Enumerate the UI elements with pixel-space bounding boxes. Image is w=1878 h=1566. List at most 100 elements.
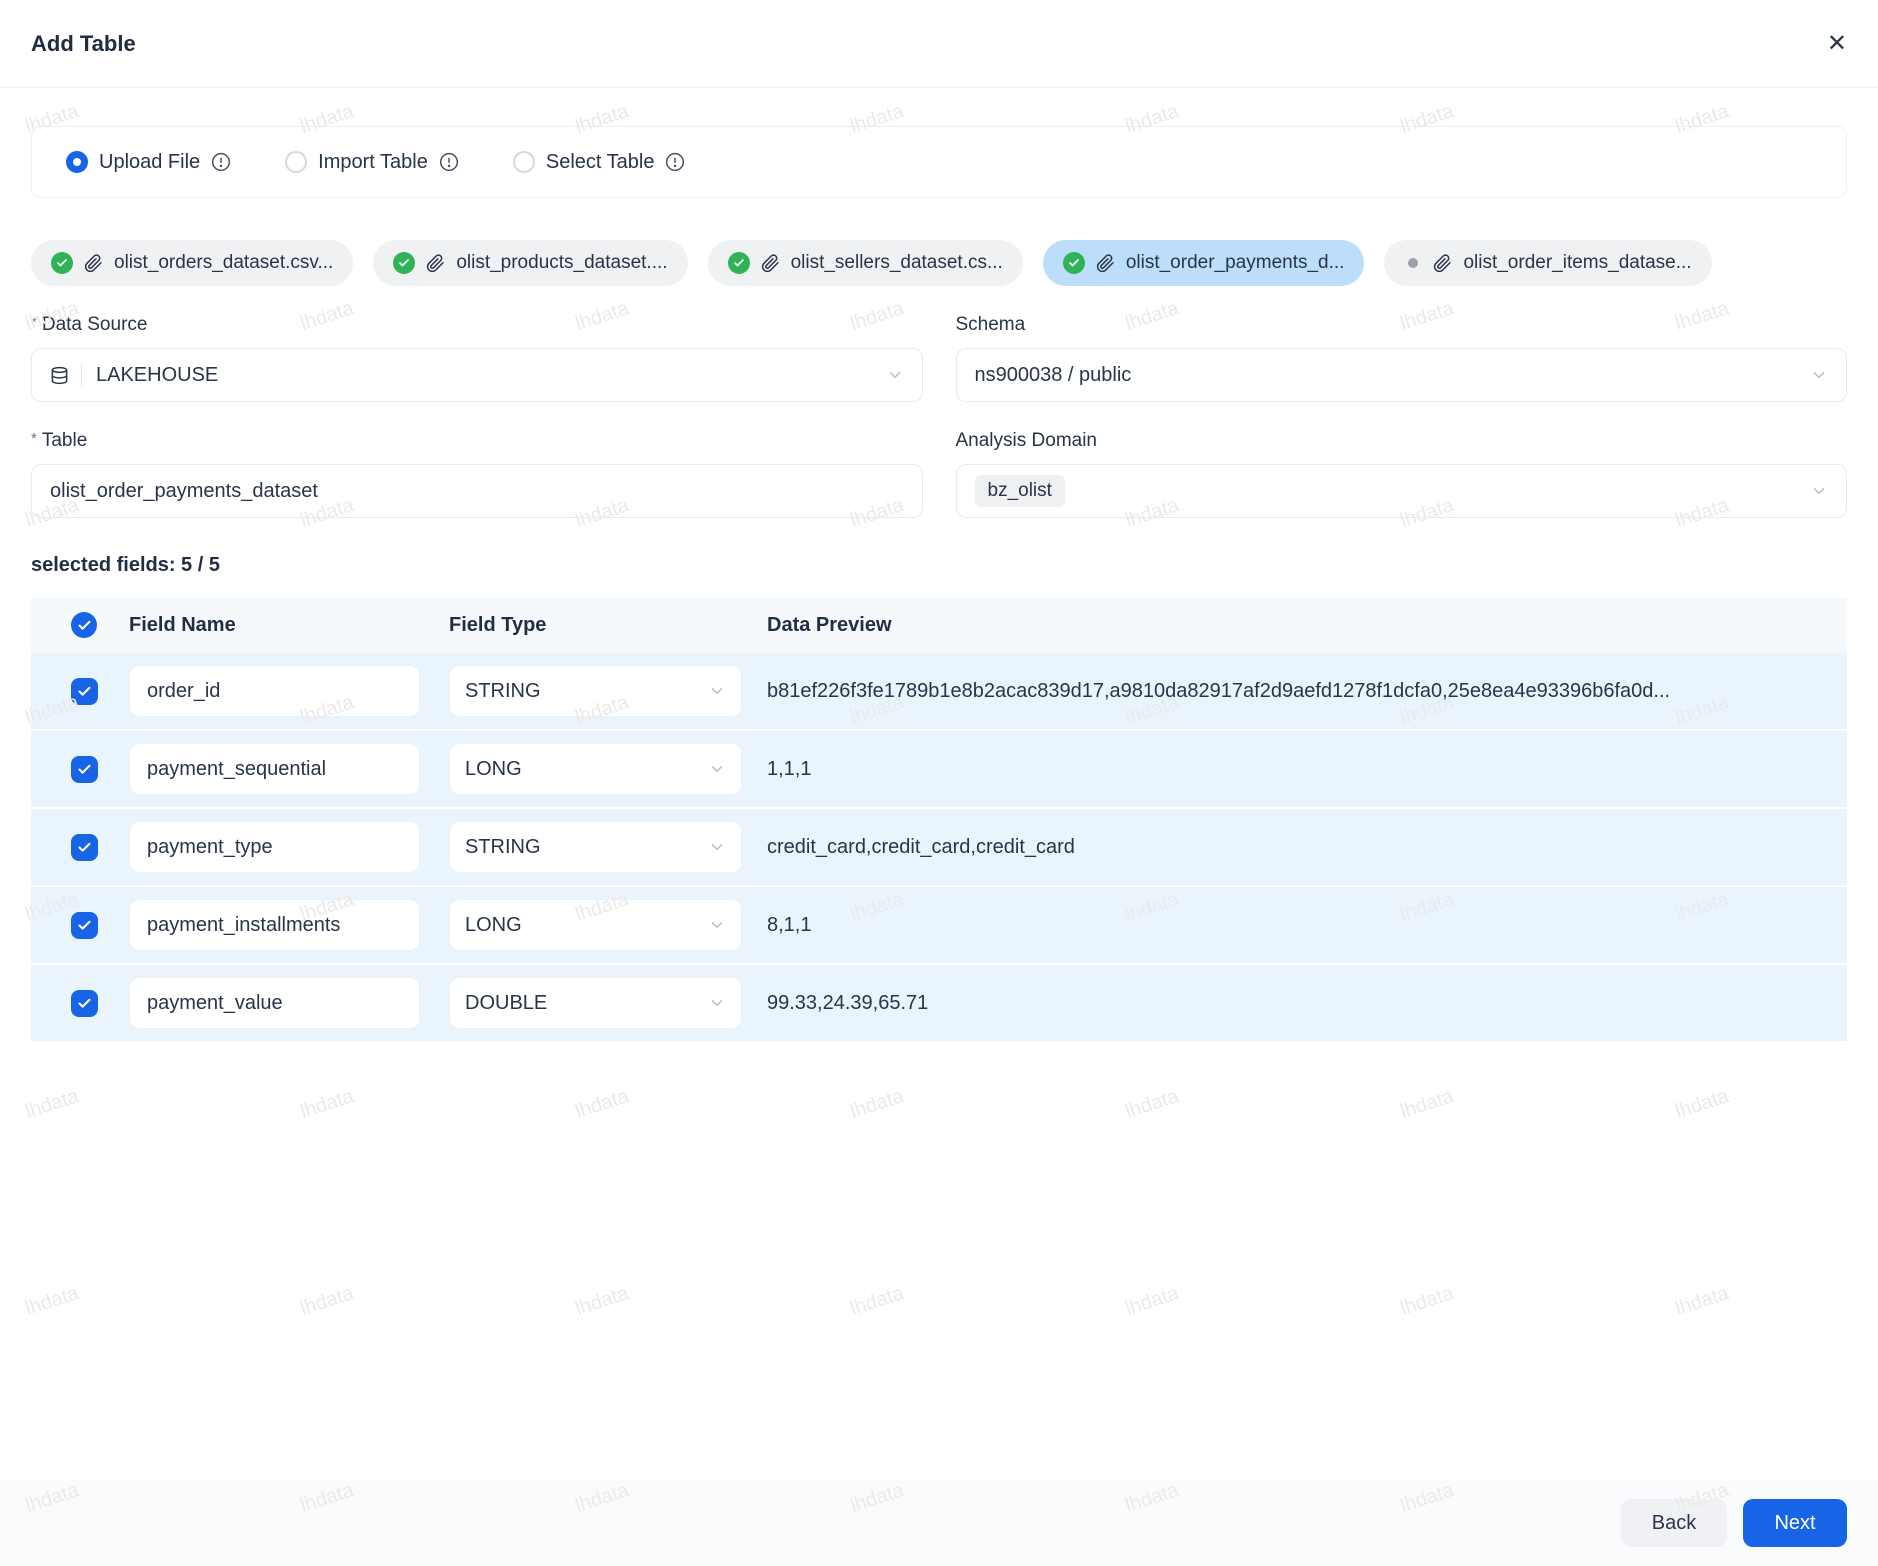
divider xyxy=(81,363,82,387)
schema-label: Schema xyxy=(956,314,1848,336)
check-icon xyxy=(77,762,92,777)
paperclip-icon xyxy=(426,254,445,273)
pending-dot-icon xyxy=(1408,258,1418,268)
watermark-text: lhdata xyxy=(1673,1282,1732,1321)
table-label: *Table xyxy=(31,430,923,452)
check-icon xyxy=(77,684,92,699)
radio-label: Import Table xyxy=(318,151,428,174)
radio-select-table[interactable]: Select Table xyxy=(513,151,686,174)
row-checkbox[interactable] xyxy=(71,756,98,783)
table-header-row: Field Name Field Type Data Preview xyxy=(31,597,1847,653)
uploaded-files-row: olist_orders_dataset.csv... olist_produc… xyxy=(31,240,1847,286)
watermark-text: lhdata xyxy=(1398,1085,1457,1124)
paperclip-icon xyxy=(1096,254,1115,273)
info-icon[interactable] xyxy=(665,152,685,172)
table-row: order_id STRING b81ef226f3fe1789b1e8b2ac… xyxy=(31,653,1847,731)
field-name-input[interactable]: payment_type xyxy=(129,821,420,873)
back-button[interactable]: Back xyxy=(1621,1499,1727,1547)
check-icon xyxy=(77,996,92,1011)
source-type-bar: Upload File Import Table Select Table xyxy=(31,126,1847,198)
radio-label: Upload File xyxy=(99,151,200,174)
watermark-text: lhdata xyxy=(1123,1282,1182,1321)
radio-icon[interactable] xyxy=(285,151,307,173)
watermark-text: lhdata xyxy=(573,1085,632,1124)
analysis-domain-label: Analysis Domain xyxy=(956,430,1848,452)
schema-select[interactable]: ns900038 / public xyxy=(956,348,1848,402)
info-icon[interactable] xyxy=(439,152,459,172)
success-check-icon xyxy=(393,252,415,274)
check-icon xyxy=(77,618,92,633)
field-name-input[interactable]: order_id xyxy=(129,665,420,717)
row-checkbox[interactable] xyxy=(71,834,98,861)
schema-field-group: Schema ns900038 / public xyxy=(956,286,1848,402)
radio-upload-file[interactable]: Upload File xyxy=(66,151,231,174)
select-all-checkbox[interactable] xyxy=(71,612,97,638)
data-source-select[interactable]: LAKEHOUSE xyxy=(31,348,923,402)
chevron-down-icon xyxy=(708,916,726,934)
table-row: payment_value DOUBLE 99.33,24.39,65.71 xyxy=(31,965,1847,1043)
paperclip-icon xyxy=(1433,254,1452,273)
data-preview-cell: credit_card,credit_card,credit_card xyxy=(767,836,1847,859)
field-type-select[interactable]: DOUBLE xyxy=(449,977,742,1029)
chevron-down-icon xyxy=(708,760,726,778)
paperclip-icon xyxy=(761,254,780,273)
success-check-icon xyxy=(51,252,73,274)
watermark-text: lhdata xyxy=(23,1282,82,1321)
file-chip-active[interactable]: olist_order_payments_d... xyxy=(1043,240,1365,286)
watermark-text: lhdata xyxy=(848,1282,907,1321)
column-header-field-name: Field Name xyxy=(129,614,449,637)
data-source-label: *Data Source xyxy=(31,314,923,336)
info-icon[interactable] xyxy=(211,152,231,172)
chevron-down-icon xyxy=(886,366,904,384)
file-chip[interactable]: olist_sellers_dataset.cs... xyxy=(708,240,1023,286)
database-icon xyxy=(50,366,69,385)
file-chip-label: olist_sellers_dataset.cs... xyxy=(791,252,1003,274)
radio-import-table[interactable]: Import Table xyxy=(285,151,459,174)
column-header-field-type: Field Type xyxy=(449,614,767,637)
field-type-select[interactable]: STRING xyxy=(449,665,742,717)
analysis-domain-select[interactable]: bz_olist xyxy=(956,464,1848,518)
radio-icon[interactable] xyxy=(513,151,535,173)
row-checkbox[interactable] xyxy=(71,912,98,939)
table-name-input[interactable]: olist_order_payments_dataset xyxy=(31,464,923,518)
field-name-input[interactable]: payment_value xyxy=(129,977,420,1029)
table-row: payment_type STRING credit_card,credit_c… xyxy=(31,809,1847,887)
file-chip-label: olist_products_dataset.... xyxy=(456,252,667,274)
data-preview-cell: 1,1,1 xyxy=(767,758,1847,781)
file-chip[interactable]: olist_orders_dataset.csv... xyxy=(31,240,353,286)
table-field-group: *Table olist_order_payments_dataset xyxy=(31,402,923,518)
field-name-input[interactable]: payment_installments xyxy=(129,899,420,951)
file-chip[interactable]: olist_order_items_datase... xyxy=(1384,240,1711,286)
field-name-input[interactable]: payment_sequential xyxy=(129,743,420,795)
data-source-value: LAKEHOUSE xyxy=(96,364,218,387)
row-checkbox[interactable] xyxy=(71,990,98,1017)
field-type-select[interactable]: LONG xyxy=(449,743,742,795)
check-icon xyxy=(77,918,92,933)
watermark-text: lhdata xyxy=(1123,1085,1182,1124)
check-icon xyxy=(77,840,92,855)
watermark-text: lhdata xyxy=(298,1282,357,1321)
required-asterisk: * xyxy=(31,430,37,447)
radio-label: Select Table xyxy=(546,151,655,174)
watermark-text: lhdata xyxy=(573,1282,632,1321)
modal-header: Add Table ✕ xyxy=(0,0,1878,88)
row-checkbox[interactable] xyxy=(71,678,98,705)
data-preview-cell: 8,1,1 xyxy=(767,914,1847,937)
modal-footer: Back Next xyxy=(0,1480,1878,1566)
selected-fields-count: selected fields: 5 / 5 xyxy=(31,554,1847,577)
watermark-text: lhdata xyxy=(298,1085,357,1124)
success-check-icon xyxy=(728,252,750,274)
domain-tag: bz_olist xyxy=(975,475,1065,507)
chevron-down-icon xyxy=(708,682,726,700)
file-chip-label: olist_order_items_datase... xyxy=(1463,252,1691,274)
field-type-select[interactable]: LONG xyxy=(449,899,742,951)
radio-icon[interactable] xyxy=(66,151,88,173)
paperclip-icon xyxy=(84,254,103,273)
watermark-text: lhdata xyxy=(23,1085,82,1124)
chevron-down-icon xyxy=(1810,482,1828,500)
next-button[interactable]: Next xyxy=(1743,1499,1847,1547)
data-source-field-group: *Data Source LAKEHOUSE xyxy=(31,286,923,402)
file-chip[interactable]: olist_products_dataset.... xyxy=(373,240,687,286)
close-icon[interactable]: ✕ xyxy=(1827,32,1847,56)
field-type-select[interactable]: STRING xyxy=(449,821,742,873)
